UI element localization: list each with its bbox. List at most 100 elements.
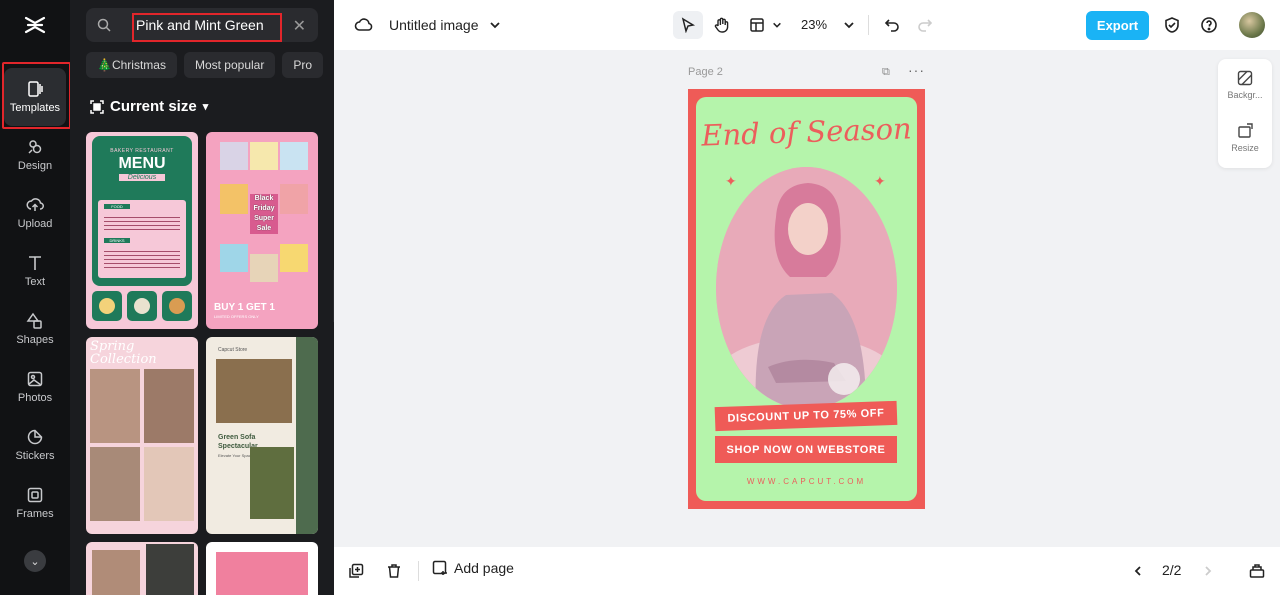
bf-title-line: Black (254, 195, 274, 202)
current-size-label: Current size (110, 98, 197, 115)
shield-icon[interactable] (1161, 14, 1183, 36)
next-page-icon[interactable] (1198, 561, 1218, 581)
resize-label: Resize (1231, 143, 1259, 153)
sidebar-item-label: Photos (17, 392, 53, 404)
bf-title-line: Sale (256, 225, 272, 232)
sidebar-item-photos[interactable]: Photos (4, 358, 66, 416)
menu-food-tile (92, 291, 122, 321)
avatar[interactable] (1239, 12, 1265, 38)
design-url[interactable]: WWW.CAPCUT.COM (696, 477, 917, 486)
add-page-button[interactable]: Add page (432, 560, 514, 576)
sidebar-item-design[interactable]: Design (4, 126, 66, 184)
stickers-icon (27, 429, 43, 445)
export-button[interactable]: Export (1086, 11, 1149, 40)
template-thumb-black-friday[interactable]: Black Friday Super Sale BUY 1 GET 1 LIMI… (206, 132, 318, 329)
chip-pro[interactable]: Pro (282, 52, 324, 78)
design-icon (28, 140, 42, 154)
menu-section-food: FOOD (104, 204, 130, 209)
shop-now-banner[interactable]: SHOP NOW ON WEBSTORE (715, 436, 897, 463)
left-rail: Templates Design Upload Text Shapes Phot… (0, 0, 71, 595)
duplicate-page-icon[interactable]: ⧉ (882, 66, 890, 79)
toolbar-divider (868, 15, 869, 35)
add-page-label: Add page (454, 560, 514, 576)
zoom-level[interactable]: 23% (801, 17, 827, 32)
menu-brand: BAKERY RESTAURANT (110, 148, 174, 154)
menu-title: MENU (118, 155, 166, 172)
hand-tool-icon[interactable] (711, 14, 733, 36)
undo-icon[interactable] (881, 14, 903, 36)
sidebar-item-shapes[interactable]: Shapes (4, 300, 66, 358)
sidebar-item-stickers[interactable]: Stickers (4, 416, 66, 474)
sidebar-item-text[interactable]: Text (4, 242, 66, 300)
clear-search-icon[interactable]: ✕ (293, 16, 306, 36)
design-photo[interactable] (716, 167, 897, 409)
design-headline[interactable]: End of Season (696, 111, 917, 153)
template-thumb-partial[interactable] (206, 542, 318, 595)
templates-icon (28, 81, 43, 97)
chevron-down-icon[interactable] (484, 14, 506, 36)
background-button[interactable]: Backgr... (1218, 70, 1272, 100)
current-size-dropdown[interactable]: Current size ▾ (90, 98, 208, 115)
spring-photo (90, 369, 140, 443)
page-indicator: 2/2 (1162, 562, 1182, 578)
discount-banner[interactable]: DISCOUNT UP TO 75% OFF (714, 400, 898, 432)
menu-section-drinks: DRINKS (104, 238, 130, 243)
select-tool-icon[interactable] (673, 11, 703, 39)
sidebar-item-upload[interactable]: Upload (4, 184, 66, 242)
template-thumb-spring-collection[interactable]: Spring Collection (86, 337, 198, 534)
canvas-area: Page 2 ⧉ ··· End of Season ✦ ✦ DISCOUNT … (334, 50, 1280, 547)
redo-icon[interactable] (914, 14, 936, 36)
sidebar-item-templates[interactable]: Templates (4, 68, 66, 126)
sparkle-icon: ✦ (874, 173, 886, 189)
design-inner-card: End of Season ✦ ✦ DISCOUNT UP TO 75% OFF (696, 97, 917, 501)
menu-list: FOOD DRINKS (98, 200, 186, 278)
layout-icon[interactable] (746, 14, 768, 36)
bf-photo (220, 184, 248, 214)
template-thumb-menu[interactable]: BAKERY RESTAURANT MENU Delicious FOOD DR… (86, 132, 198, 329)
design-page[interactable]: End of Season ✦ ✦ DISCOUNT UP TO 75% OFF (688, 89, 925, 509)
sidebar-item-label: Shapes (16, 334, 54, 346)
resize-button[interactable]: Resize (1218, 123, 1272, 153)
chevron-down-icon[interactable] (838, 14, 860, 36)
category-chips: 🎄Christmas Most popular Pro (86, 52, 324, 78)
trash-icon[interactable] (384, 561, 404, 581)
sidebar-item-label: Stickers (15, 450, 55, 462)
upload-icon (26, 198, 44, 211)
bf-offer-sub: LIMITED OFFERS ONLY (214, 314, 259, 319)
cloud-save-icon[interactable] (353, 14, 375, 36)
template-search-box[interactable]: Pink and Mint Green ✕ (86, 8, 318, 42)
bottom-toolbar: Add page 2/2 (334, 547, 1280, 595)
sidebar-item-frames[interactable]: Frames (4, 474, 66, 532)
document-title[interactable]: Untitled image (389, 17, 479, 33)
pages-panel-icon[interactable] (1247, 561, 1267, 581)
chip-most-popular[interactable]: Most popular (183, 52, 276, 78)
bf-title-line: Super (254, 215, 274, 222)
background-label: Backgr... (1227, 90, 1263, 100)
template-thumb-partial[interactable] (86, 542, 198, 595)
toolbar-divider (418, 561, 419, 581)
sofa-subtitle: Elevate Your Space (218, 453, 253, 458)
chevron-down-icon[interactable] (766, 14, 788, 36)
page-label: Page 2 (688, 66, 723, 78)
chip-christmas[interactable]: 🎄Christmas (86, 52, 177, 78)
help-icon[interactable] (1198, 14, 1220, 36)
sidebar-item-label: Templates (9, 102, 61, 114)
menu-subtitle: Delicious (119, 174, 165, 181)
bf-photo (250, 142, 278, 170)
right-tool-panel: Backgr... Resize (1218, 59, 1272, 168)
menu-food-tile (162, 291, 192, 321)
bf-photo (280, 184, 308, 214)
more-options-icon[interactable]: ··· (908, 62, 925, 78)
template-thumb-green-sofa[interactable]: Capcut Store Green Sofa Spectacular Elev… (206, 337, 318, 534)
size-frame-icon (90, 99, 104, 114)
prev-page-icon[interactable] (1128, 561, 1148, 581)
sofa-green-stripe (296, 337, 318, 534)
duplicate-icon[interactable] (346, 561, 366, 581)
capcut-logo-icon[interactable] (22, 12, 48, 38)
text-icon (29, 256, 41, 270)
search-icon (97, 18, 111, 32)
bf-photo (280, 142, 308, 170)
partial-photo (216, 552, 308, 595)
chevron-down-icon[interactable]: ⌄ (24, 550, 46, 572)
frames-icon (27, 487, 43, 503)
